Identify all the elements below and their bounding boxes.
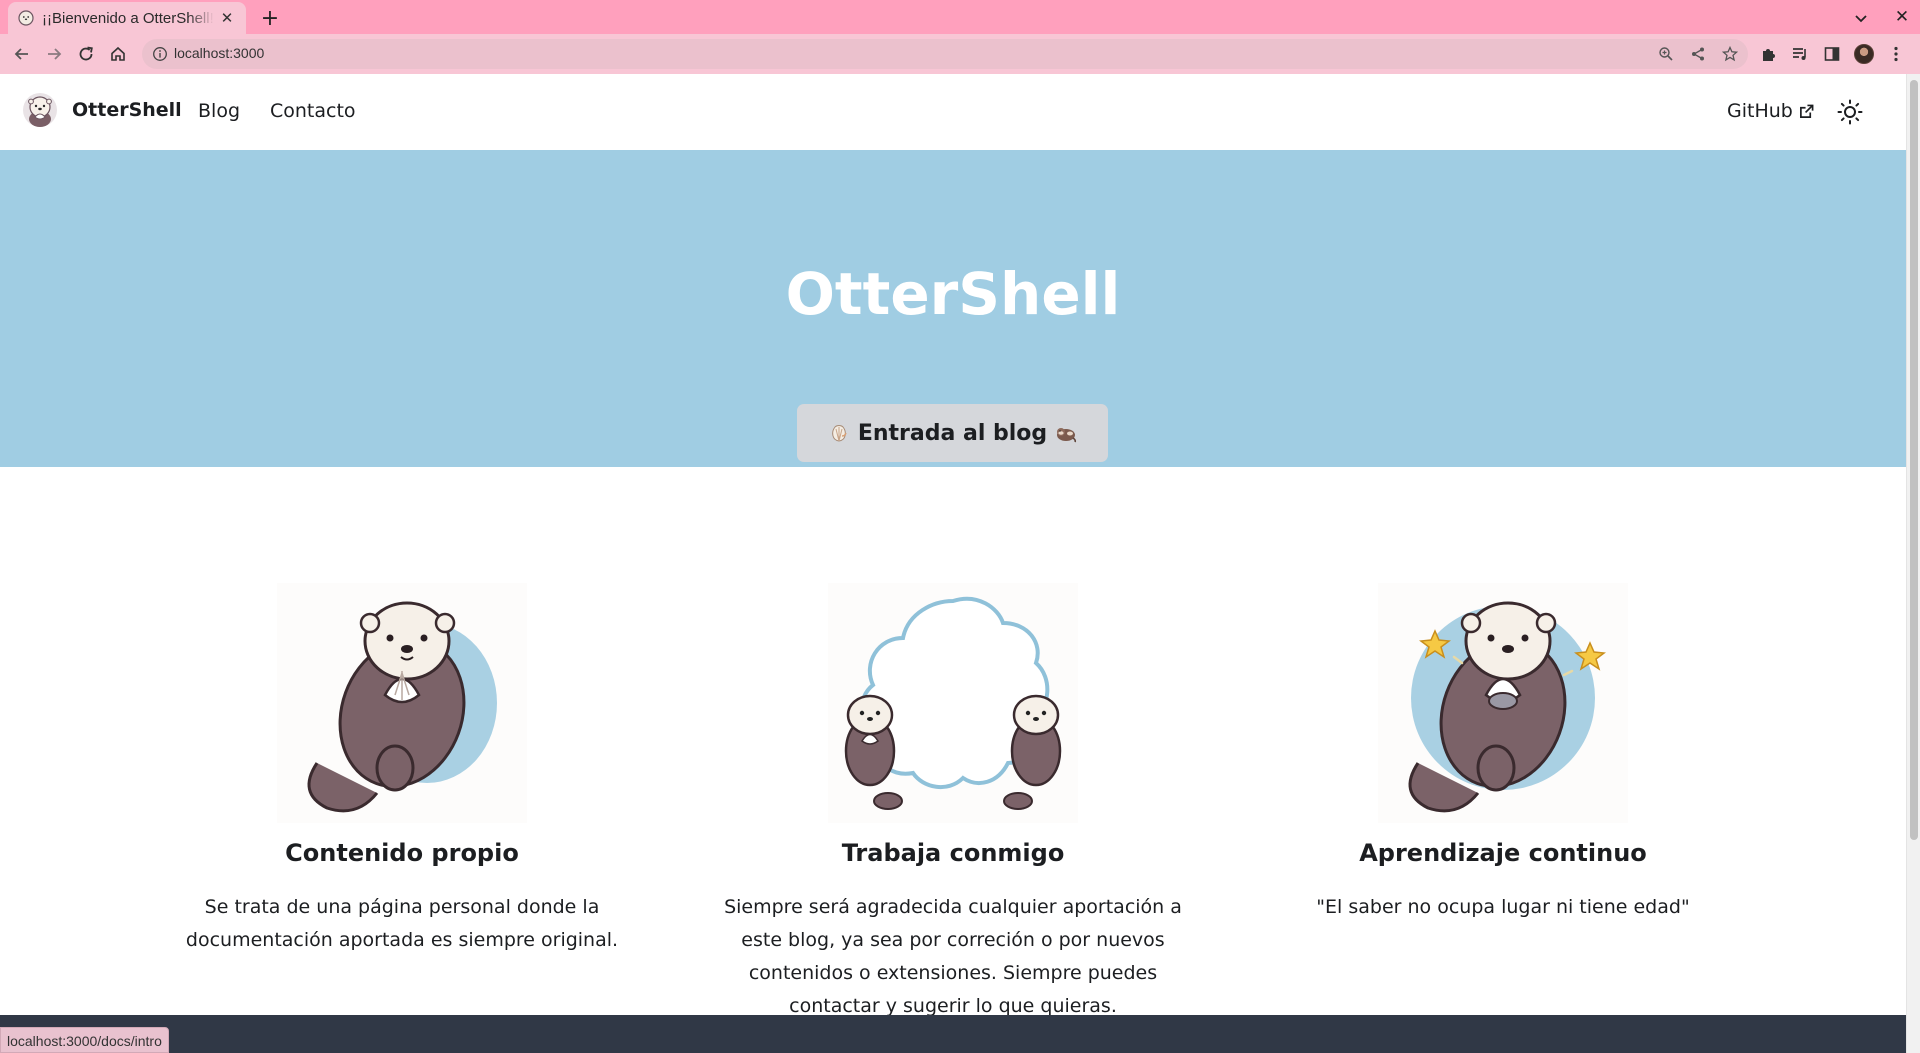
tab-close-icon[interactable]: ✕ xyxy=(218,9,236,27)
media-queue-icon[interactable] xyxy=(1788,42,1812,66)
feature-title: Aprendizaje continuo xyxy=(1359,839,1647,867)
blog-entry-button[interactable]: Entrada al blog xyxy=(797,404,1108,462)
feature-title: Trabaja conmigo xyxy=(841,839,1065,867)
github-label: GitHub xyxy=(1727,100,1793,122)
browser-toolbar: localhost:3000 xyxy=(0,34,1920,74)
link-status-bubble: localhost:3000/docs/intro xyxy=(0,1027,169,1053)
feature-title: Contenido propio xyxy=(285,839,519,867)
extensions-puzzle-icon[interactable] xyxy=(1757,42,1781,66)
brand-link[interactable]: OtterShell xyxy=(22,92,182,128)
nav-link-contacto[interactable]: Contacto xyxy=(270,100,356,122)
hero-banner: OtterShell Entrada al blog xyxy=(0,150,1906,467)
otter-favicon-icon xyxy=(18,10,34,26)
features-section: Contenido propio Se trata de una página … xyxy=(0,467,1906,1017)
blog-entry-label: Entrada al blog xyxy=(857,420,1048,446)
otter-icon xyxy=(1057,428,1077,443)
side-panel-icon[interactable] xyxy=(1820,42,1844,66)
shell-icon xyxy=(831,425,847,442)
url-text: localhost:3000 xyxy=(174,45,265,61)
address-bar[interactable]: localhost:3000 xyxy=(142,39,1748,69)
external-link-icon xyxy=(1799,104,1814,118)
chevron-down-icon[interactable] xyxy=(1850,7,1872,29)
home-icon[interactable] xyxy=(104,40,132,68)
page-viewport: OtterShell Blog Contacto GitHub OtterShe… xyxy=(0,74,1906,1053)
nav-link-blog[interactable]: Blog xyxy=(198,100,240,122)
new-tab-icon[interactable]: + xyxy=(258,6,282,31)
reload-icon[interactable] xyxy=(72,40,100,68)
bookmark-star-icon[interactable] xyxy=(1720,44,1740,64)
otter-holding-shell-illustration xyxy=(277,583,527,823)
feature-description: "El saber no ocupa lugar ni tiene edad" xyxy=(1316,896,1690,918)
site-navbar: OtterShell Blog Contacto GitHub xyxy=(0,74,1906,150)
back-arrow-icon[interactable] xyxy=(8,40,36,68)
brand-name: OtterShell xyxy=(72,99,182,121)
forward-arrow-icon[interactable] xyxy=(40,40,68,68)
window-close-icon[interactable]: ✕ xyxy=(1890,5,1914,29)
browser-tab[interactable]: ¡¡Bienvenido a OtterShell!! ✕ xyxy=(8,2,246,34)
browser-tab-strip: ¡¡Bienvenido a OtterShell!! ✕ + ✕ xyxy=(0,0,1920,34)
otter-logo-icon xyxy=(23,93,57,127)
profile-avatar[interactable] xyxy=(1852,42,1876,66)
info-icon[interactable] xyxy=(152,46,168,62)
github-link[interactable]: GitHub xyxy=(1727,100,1814,122)
sun-icon xyxy=(1837,99,1863,125)
hero-title: OtterShell xyxy=(785,260,1121,328)
tab-title: ¡¡Bienvenido a OtterShell!! xyxy=(42,9,214,27)
scrollbar-thumb[interactable] xyxy=(1910,80,1918,840)
kebab-menu-icon[interactable] xyxy=(1884,42,1908,66)
theme-toggle-button[interactable] xyxy=(1834,96,1866,128)
page-scrollbar[interactable] xyxy=(1906,74,1920,1053)
feature-description: Se trata de una página personal donde la… xyxy=(185,896,619,951)
two-otters-cloud-illustration xyxy=(828,583,1078,823)
share-icon[interactable] xyxy=(1688,44,1708,64)
zoom-icon[interactable] xyxy=(1656,44,1676,64)
feature-description: Siempre será agradecida cualquier aporta… xyxy=(724,896,1182,1017)
otter-with-stars-illustration xyxy=(1378,583,1628,823)
site-footer xyxy=(0,1015,1906,1053)
